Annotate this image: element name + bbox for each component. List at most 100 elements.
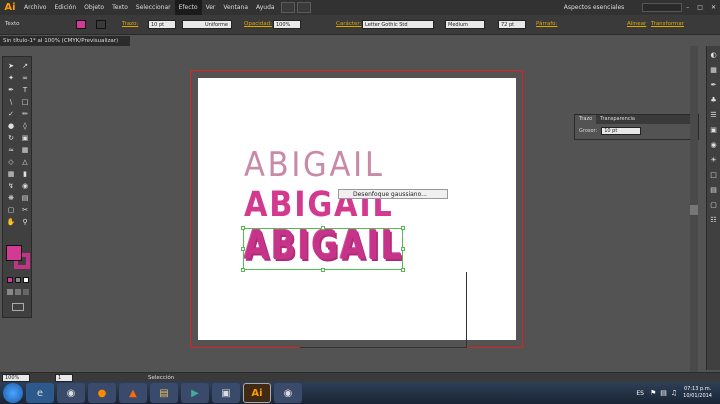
paragraph-label[interactable]: Párrafo: xyxy=(536,21,557,27)
slice-tool-icon[interactable]: ✂ xyxy=(20,205,30,214)
ie-icon[interactable]: e xyxy=(26,383,54,403)
zoom-tool-icon[interactable]: ⚲ xyxy=(20,217,30,226)
menu-ventana[interactable]: Ventana xyxy=(219,0,252,15)
pencil-tool-icon[interactable]: ✏ xyxy=(20,109,30,118)
scale-tool-icon[interactable]: ▣ xyxy=(20,133,30,142)
arrange-documents-button[interactable] xyxy=(296,2,311,13)
draw-normal-icon[interactable] xyxy=(7,289,13,295)
draw-behind-icon[interactable] xyxy=(15,289,21,295)
magic-wand-tool-icon[interactable]: ✦ xyxy=(6,73,16,82)
app2-icon[interactable]: ◉ xyxy=(274,383,302,403)
width-tool-icon[interactable]: ≈ xyxy=(6,145,16,154)
start-button-icon[interactable] xyxy=(3,383,23,403)
illustrator-taskbar-button[interactable]: Ai xyxy=(243,383,271,403)
menu-objeto[interactable]: Objeto xyxy=(80,0,108,15)
line-tool-icon[interactable]: \ xyxy=(6,97,16,106)
vlc-icon[interactable]: ▲ xyxy=(119,383,147,403)
workspace-switcher[interactable]: Aspectos esenciales xyxy=(560,0,629,15)
gaussian-blur-menu-item[interactable]: Desenfoque gaussiano... xyxy=(338,189,448,199)
brushes-panel-icon[interactable]: ✒ xyxy=(709,80,719,89)
stroke-panel-icon[interactable]: ☰ xyxy=(709,110,719,119)
pen-tool-icon[interactable]: ✒ xyxy=(6,85,16,94)
symbol-sprayer-tool-icon[interactable]: ❋ xyxy=(6,193,16,202)
font-family-field[interactable]: Letter Gothic Std xyxy=(362,20,434,29)
color-panel-icon[interactable]: ◐ xyxy=(709,50,719,59)
align-panel-icon[interactable]: ☷ xyxy=(709,215,719,224)
stroke-label[interactable]: Trazo: xyxy=(122,21,138,27)
app-icon[interactable]: ▣ xyxy=(212,383,240,403)
draw-inside-icon[interactable] xyxy=(23,289,29,295)
menu-edicion[interactable]: Edición xyxy=(50,0,80,15)
stroke-weight-input[interactable]: 10 pt xyxy=(601,127,642,135)
brush-dropdown[interactable]: Uniforme xyxy=(182,20,232,29)
menu-seleccionar[interactable]: Seleccionar xyxy=(132,0,175,15)
minimize-icon[interactable]: – xyxy=(682,0,693,15)
gradient-mode-icon[interactable] xyxy=(15,277,21,283)
free-transform-tool-icon[interactable]: ▦ xyxy=(20,145,30,154)
stroke-weight-field[interactable]: 10 pt xyxy=(148,20,176,29)
screen-mode-icon[interactable] xyxy=(12,303,24,311)
font-size-field[interactable]: 72 pt xyxy=(498,20,526,29)
menu-archivo[interactable]: Archivo xyxy=(20,0,50,15)
selection-handle[interactable] xyxy=(401,226,405,230)
layers-panel-icon[interactable]: ▤ xyxy=(709,185,719,194)
selection-handle[interactable] xyxy=(401,247,405,251)
column-graph-tool-icon[interactable]: ▤ xyxy=(20,193,30,202)
symbols-panel-icon[interactable]: ♣ xyxy=(709,95,719,104)
shape-builder-tool-icon[interactable]: ◇ xyxy=(6,157,16,166)
explorer-icon[interactable]: ▤ xyxy=(150,383,178,403)
selection-handle[interactable] xyxy=(321,226,325,230)
gradient-panel-icon[interactable]: ▣ xyxy=(709,125,719,134)
hand-tool-icon[interactable]: ✋ xyxy=(6,217,16,226)
text-abigail-light[interactable]: ABIGAIL xyxy=(244,148,385,182)
none-mode-icon[interactable] xyxy=(23,277,29,283)
clock[interactable]: 07:13 p.m. 10/01/2014 xyxy=(683,386,712,400)
swatches-panel-icon[interactable]: ▦ xyxy=(709,65,719,74)
language-indicator[interactable]: ES xyxy=(636,390,644,397)
scrollbar-thumb[interactable] xyxy=(690,205,698,215)
rectangle-tool-icon[interactable]: □ xyxy=(20,97,30,106)
menu-ver[interactable]: Ver xyxy=(202,0,220,15)
maximize-icon[interactable]: □ xyxy=(693,0,707,15)
bridge-button[interactable] xyxy=(280,2,295,13)
chrome-icon[interactable]: ◉ xyxy=(57,383,85,403)
eraser-tool-icon[interactable]: ◊ xyxy=(20,121,30,130)
type-tool-icon[interactable]: T xyxy=(20,85,30,94)
lasso-tool-icon[interactable]: ∞ xyxy=(20,73,30,82)
rotate-tool-icon[interactable]: ↻ xyxy=(6,133,16,142)
artboards-panel-icon[interactable]: ▢ xyxy=(709,200,719,209)
perspective-tool-icon[interactable]: △ xyxy=(20,157,30,166)
search-input[interactable] xyxy=(642,3,683,12)
selection-handle[interactable] xyxy=(241,247,245,251)
artboard-number-field[interactable]: 1 xyxy=(55,374,73,382)
selection-handle[interactable] xyxy=(241,226,245,230)
zoom-field[interactable]: 100% xyxy=(2,374,30,382)
firefox-icon[interactable]: ● xyxy=(88,383,116,403)
stroke-color-swatch[interactable] xyxy=(96,20,106,29)
direct-selection-tool-icon[interactable]: ↗ xyxy=(20,61,30,70)
menu-ayuda[interactable]: Ayuda xyxy=(252,0,279,15)
tray-network-icon[interactable]: ▤ xyxy=(660,389,667,397)
color-mode-icon[interactable] xyxy=(7,277,13,283)
tab-transparency[interactable]: Transparencia xyxy=(596,115,639,124)
selection-bounding-box[interactable] xyxy=(243,228,403,270)
selection-handle[interactable] xyxy=(401,268,405,272)
align-label[interactable]: Alinear xyxy=(627,21,646,27)
transform-label[interactable]: Transformar xyxy=(651,21,684,27)
eyedropper-tool-icon[interactable]: ↯ xyxy=(6,181,16,190)
mesh-tool-icon[interactable]: ▦ xyxy=(6,169,16,178)
selection-tool-icon[interactable]: ➤ xyxy=(6,61,16,70)
paintbrush-tool-icon[interactable]: ✓ xyxy=(6,109,16,118)
document-tab[interactable]: Sin título-1* al 100% (CMYK/Previsualiza… xyxy=(0,36,130,46)
opacity-label[interactable]: Opacidad: xyxy=(244,21,272,27)
artboard-tool-icon[interactable]: ▢ xyxy=(6,205,16,214)
blob-brush-tool-icon[interactable]: ● xyxy=(6,121,16,130)
media-player-icon[interactable]: ▶ xyxy=(181,383,209,403)
menu-texto[interactable]: Texto xyxy=(108,0,132,15)
transparency-panel-icon[interactable]: ◉ xyxy=(709,140,719,149)
blend-tool-icon[interactable]: ◉ xyxy=(20,181,30,190)
menu-efecto[interactable]: Efecto xyxy=(174,0,202,15)
tab-stroke[interactable]: Trazo xyxy=(575,115,597,124)
opacity-field[interactable]: 100% xyxy=(273,20,301,29)
close-icon[interactable]: ✕ xyxy=(707,0,720,15)
